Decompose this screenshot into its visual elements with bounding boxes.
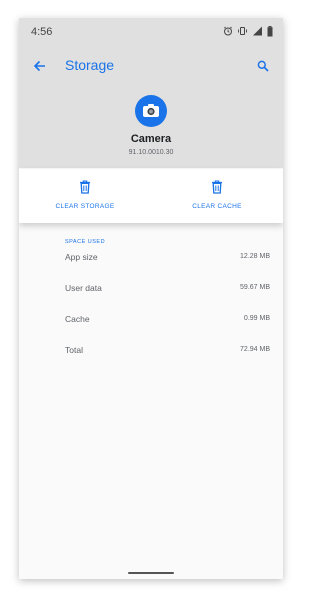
row-value: 59.67 MB <box>240 284 270 291</box>
clear-cache-button[interactable]: CLEAR CACHE <box>151 169 283 223</box>
back-arrow-icon <box>33 60 45 72</box>
clear-storage-button[interactable]: CLEAR STORAGE <box>19 169 151 223</box>
list-item-user-data: User data 59.67 MB <box>19 283 283 303</box>
list-item-cache: Cache 0.99 MB <box>19 314 283 334</box>
row-value: 72.94 MB <box>240 346 270 353</box>
row-label: Cache <box>65 314 90 324</box>
row-label: App size <box>65 252 98 262</box>
storage-actions: CLEAR STORAGE CLEAR CACHE <box>19 169 283 223</box>
phone-screen: 4:56 Storage Camera 91.10.0010.30 CLEAR … <box>19 18 283 579</box>
page-title: Storage <box>65 57 115 73</box>
search-icon <box>257 60 269 72</box>
row-value: 12.28 MB <box>240 253 270 260</box>
status-icons <box>223 25 273 37</box>
gesture-nav-handle[interactable] <box>128 572 174 574</box>
status-time: 4:56 <box>31 26 53 38</box>
row-label: Total <box>65 345 83 355</box>
clear-storage-label: CLEAR STORAGE <box>55 203 115 210</box>
cellular-signal-icon <box>253 26 262 36</box>
list-item-app-size: App size 12.28 MB <box>19 252 283 272</box>
search-button[interactable] <box>253 56 273 76</box>
trash-icon <box>212 180 222 194</box>
clear-cache-label: CLEAR CACHE <box>192 203 242 210</box>
alarm-icon <box>223 26 233 36</box>
app-name: Camera <box>130 133 172 145</box>
vibrate-icon <box>238 27 247 35</box>
status-bar: 4:56 <box>19 18 283 46</box>
row-value: 0.99 MB <box>243 315 270 322</box>
back-button[interactable] <box>29 56 49 76</box>
row-label: User data <box>65 283 102 293</box>
toolbar: Storage <box>19 46 283 86</box>
battery-icon <box>267 25 273 36</box>
trash-icon <box>80 180 90 194</box>
app-icon <box>135 95 167 127</box>
space-used-heading: SPACE USED <box>65 239 106 245</box>
app-version: 91.10.0010.30 <box>128 149 174 156</box>
camera-icon <box>143 104 159 117</box>
list-item-total: Total 72.94 MB <box>19 345 283 365</box>
header-area: 4:56 Storage Camera 91.10.0010.30 <box>19 18 283 168</box>
